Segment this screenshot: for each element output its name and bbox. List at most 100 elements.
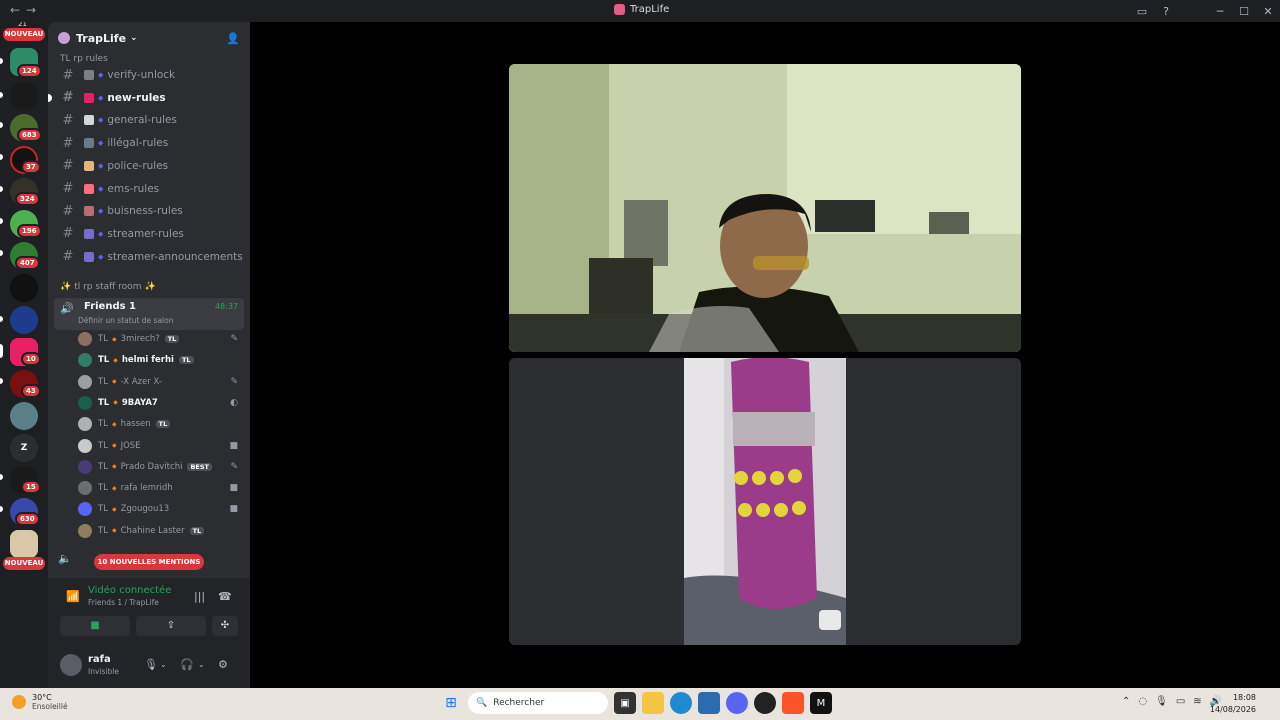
temperature: 30°C: [32, 693, 52, 702]
voice-member[interactable]: TL ◆ rafa lemridh ■: [78, 478, 242, 498]
voice-member[interactable]: TL ◆ hassen TL: [78, 414, 242, 434]
diamond-icon: ◆: [98, 93, 104, 102]
unread-pill: [0, 154, 3, 160]
chevron-down-icon[interactable]: ⌄: [160, 660, 167, 669]
voice-member[interactable]: TL ◆ -X Azer X- ✎: [78, 372, 242, 392]
brave-icon[interactable]: [782, 692, 804, 714]
member-prefix: TL: [98, 483, 108, 494]
network-icon[interactable]: ◌: [1138, 696, 1147, 707]
voice-member[interactable]: TL ◆ helmi ferhi TL: [78, 350, 242, 370]
avatar: [78, 502, 92, 517]
clock[interactable]: 18:08 14/08/2026: [1210, 692, 1256, 716]
diamond-icon: ◆: [98, 252, 104, 261]
server-icon[interactable]: [10, 82, 38, 110]
diamond-icon: ◆: [111, 335, 117, 343]
task-view-icon[interactable]: ▣: [614, 692, 636, 714]
voice-member[interactable]: TL ◆ Chahine Laster TL: [78, 521, 242, 541]
channel-general-rules[interactable]: # ◆ general-rules: [54, 109, 244, 131]
unread-dot: [48, 93, 52, 102]
voice-connected-title[interactable]: Vidéo connectée: [88, 585, 171, 596]
chevron-down-icon[interactable]: ⌄: [198, 660, 205, 669]
channel-ems-rules[interactable]: # ◆ ems-rules: [54, 178, 244, 200]
channel-new-rules[interactable]: # ◆ new-rules: [48, 87, 244, 109]
display-icon[interactable]: ▭: [1176, 696, 1185, 707]
mic-icon[interactable]: 🎙: [1155, 696, 1168, 707]
voice-status-text[interactable]: Définir un statut de salon: [78, 316, 173, 325]
windows-taskbar: 30°C Ensoleillé ⊞ 🔍 Rechercher ▣ M ⌃ ◌ 🎙…: [0, 688, 1280, 720]
voice-member[interactable]: TL ◆ Zgougou13 ■: [78, 499, 242, 519]
headphones-icon[interactable]: 🎧: [180, 658, 194, 671]
screen-share-button[interactable]: ⇪: [136, 616, 206, 636]
close-icon[interactable]: ✕: [1256, 5, 1280, 18]
channel-verify-unlock[interactable]: # ◆ verify-unlock: [54, 64, 244, 86]
new-mentions-pill[interactable]: 10 NOUVELLES MENTIONS: [94, 554, 204, 570]
channel-name: police-rules: [107, 159, 169, 172]
server-icon-letter[interactable]: Z: [10, 434, 38, 462]
app-icon[interactable]: M: [810, 692, 832, 714]
avatar[interactable]: [60, 654, 82, 676]
file-explorer-icon[interactable]: [642, 692, 664, 714]
voice-member[interactable]: TL ◆ JOSE ■: [78, 436, 242, 456]
member-prefix: TL: [98, 334, 108, 344]
soundboard-wave-icon[interactable]: |||: [194, 590, 205, 603]
activities-button[interactable]: ✣: [212, 616, 238, 636]
voice-member[interactable]: TL ◆ 9BAYA7 ◐: [78, 393, 242, 413]
member-name: 9BAYA7: [121, 397, 158, 408]
new-pill-bottom[interactable]: NOUVEAU: [3, 557, 45, 570]
maximize-icon[interactable]: ☐: [1232, 5, 1256, 18]
server-rail: 21 NOUVEAU 124 683 37 324 196 407 10 43: [0, 22, 48, 688]
hash-icon: #: [62, 135, 74, 151]
wifi-icon[interactable]: ≋: [1193, 696, 1201, 707]
mic-icon[interactable]: 🎙: [144, 658, 158, 671]
edge-icon[interactable]: [670, 692, 692, 714]
help-icon[interactable]: ?: [1154, 5, 1178, 18]
member-name: -X Azer X-: [120, 376, 162, 387]
disconnect-icon[interactable]: ☎: [218, 590, 232, 603]
category-staff[interactable]: ✨ tl rp staff room ✨: [48, 280, 156, 294]
gear-icon[interactable]: ⚙: [218, 658, 228, 671]
minimize-icon[interactable]: ─: [1208, 5, 1232, 18]
sun-icon: [12, 695, 26, 709]
username[interactable]: rafa: [88, 654, 111, 665]
chevron-up-icon[interactable]: ⌃: [1122, 696, 1130, 707]
channel-streamer-announcements[interactable]: # ◆ streamer-announcements: [54, 246, 244, 268]
channel-police-rules[interactable]: # ◆ police-rules: [54, 155, 244, 177]
windows-start-icon[interactable]: ⊞: [440, 692, 462, 714]
forward-arrow-icon[interactable]: →: [26, 3, 42, 17]
invite-member-icon[interactable]: 👤: [226, 32, 240, 45]
voice-member[interactable]: TL ◆ Prado Davitchi BEST ✎: [78, 457, 242, 477]
hash-icon: #: [62, 158, 74, 174]
search-box[interactable]: 🔍 Rechercher: [468, 692, 608, 714]
member-prefix: TL: [98, 419, 108, 430]
server-header[interactable]: TrapLife ⌄ 👤: [48, 22, 250, 54]
video-tile-phone[interactable]: [509, 358, 1021, 645]
channel-buisness-rules[interactable]: # ◆ buisness-rules: [54, 200, 244, 222]
window-controls: ▭ ? ─ ☐ ✕: [1130, 0, 1280, 22]
server-name: TrapLife: [76, 31, 127, 45]
member-prefix: TL: [98, 355, 110, 366]
video-tile-webcam[interactable]: [509, 64, 1021, 352]
store-icon[interactable]: [698, 692, 720, 714]
diamond-icon: ◆: [111, 505, 117, 513]
unread-pill: [0, 316, 3, 322]
server-icon[interactable]: [10, 530, 38, 558]
voice-member[interactable]: TL ◆ 3mirech? TL ✎: [78, 329, 242, 349]
member-name: rafa lemridh: [120, 483, 173, 494]
weather-widget[interactable]: 30°C Ensoleillé: [12, 693, 68, 711]
camera-button[interactable]: ■: [60, 616, 130, 636]
inbox-icon[interactable]: ▭: [1130, 5, 1154, 18]
discord-icon[interactable]: [726, 692, 748, 714]
channel-name: buisness-rules: [107, 205, 183, 218]
voice-channel-friends[interactable]: 🔊 Friends 1 48:37 Définir un statut de s…: [54, 298, 244, 330]
server-icon[interactable]: [10, 402, 38, 430]
channel-streamer-rules[interactable]: # ◆ streamer-rules: [54, 223, 244, 245]
voice-connected-subtitle[interactable]: Friends 1 / TrapLife: [88, 598, 159, 607]
server-icon[interactable]: [10, 306, 38, 334]
app-icon[interactable]: [754, 692, 776, 714]
avatar: [78, 459, 92, 474]
back-arrow-icon[interactable]: ←: [10, 3, 26, 17]
new-pill-top[interactable]: NOUVEAU: [3, 28, 45, 41]
server-icon[interactable]: [10, 274, 38, 302]
channel-illégal-rules[interactable]: # ◆ illégal-rules: [54, 132, 244, 154]
channel-name: illégal-rules: [107, 137, 169, 150]
